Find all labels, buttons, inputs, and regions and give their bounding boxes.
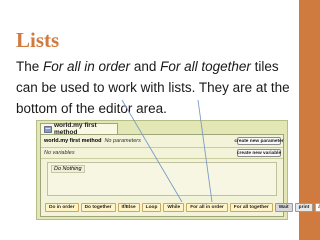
method-editor-screenshot: world.my first method world.my first met… bbox=[36, 120, 320, 220]
tile-do-in-order[interactable]: Do in order bbox=[45, 203, 79, 212]
no-variables-label: No variables bbox=[44, 150, 75, 156]
method-panel: world.my first method No parameters crea… bbox=[40, 134, 320, 217]
tile-for-all-together[interactable]: For all together bbox=[229, 203, 273, 212]
no-parameters-label: No parameters bbox=[104, 138, 141, 144]
tile-wait[interactable]: Wait bbox=[274, 203, 293, 212]
tile-print[interactable]: print bbox=[294, 203, 314, 212]
do-nothing-placeholder: Do Nothing bbox=[51, 165, 85, 173]
tile-for-all-in-order[interactable]: For all in order bbox=[186, 203, 228, 212]
control-tiles-bar: Do in order Do together If/Else Loop Whi… bbox=[45, 203, 320, 213]
body-text-part: The bbox=[16, 59, 44, 74]
tile-loop[interactable]: Loop bbox=[141, 203, 162, 212]
tile-while[interactable]: While bbox=[163, 203, 185, 212]
method-tab[interactable]: world.my first method bbox=[40, 122, 118, 136]
body-text-part: and bbox=[130, 59, 161, 74]
create-new-variable-button[interactable]: create new variable bbox=[237, 149, 281, 157]
slide-title: Lists bbox=[16, 28, 60, 52]
method-name: world.my first method bbox=[44, 138, 102, 144]
tile-do-together[interactable]: Do together bbox=[80, 203, 116, 212]
method-tab-icon bbox=[44, 125, 52, 133]
body-text-emphasis-for-all-in-order: For all in order bbox=[43, 59, 131, 74]
method-body-area[interactable]: Do Nothing bbox=[47, 162, 277, 196]
tile-if-else[interactable]: If/Else bbox=[117, 203, 140, 212]
slide-body-text: The For all in order and For all togethe… bbox=[16, 56, 298, 119]
create-new-parameter-button[interactable]: create new parameter bbox=[234, 137, 284, 145]
tile-comment[interactable]: // bbox=[315, 203, 320, 212]
body-text-emphasis-for-all-together: For all together bbox=[160, 59, 251, 74]
